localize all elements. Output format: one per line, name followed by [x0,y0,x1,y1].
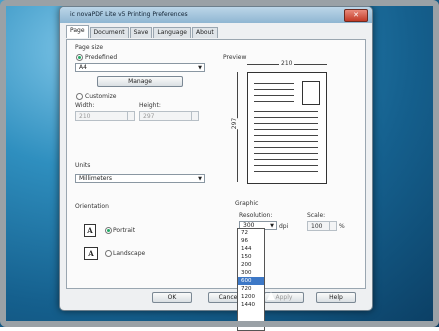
preview-text-line [254,95,294,96]
portrait-label: Portrait [113,227,136,234]
resolution-option[interactable]: 720 [238,285,264,293]
tab-save[interactable]: Save [129,27,153,38]
dpi-label: dpi [279,223,289,230]
height-value: 297 [143,113,155,120]
customize-radio[interactable] [76,93,83,100]
ok-button[interactable]: OK [152,292,192,303]
preview-text-line [254,165,318,166]
preview-text-line [254,141,318,142]
preview-height-label: 297 [231,117,239,130]
units-select[interactable]: Millimeters ▼ [75,174,205,183]
chevron-down-icon: ▼ [270,223,274,229]
resolution-option[interactable]: 200 [238,261,264,269]
resolution-option[interactable]: 72 [238,229,264,237]
resolution-dropdown-list[interactable]: 72 96 144 150 200 300 600 720 1200 1440 [237,228,265,331]
preview-text-line [254,159,318,160]
chevron-down-icon: ▼ [198,65,202,71]
preview-area: 210 297 [223,54,353,186]
preview-text-line [254,83,294,84]
preview-text-line [254,129,318,130]
height-field[interactable]: 297 [139,111,199,121]
units-value: Millimeters [79,175,113,182]
width-spinner[interactable] [127,111,134,121]
portrait-radio[interactable] [105,227,112,234]
tab-page[interactable]: Page [66,25,89,38]
predefined-label: Predefined [85,54,118,61]
percent-label: % [339,223,345,230]
manage-button[interactable]: Manage [97,76,183,87]
scale-label: Scale: [307,212,326,219]
resolution-option[interactable]: 1200 [238,293,264,301]
page-size-heading: Page size [75,44,104,51]
printing-preferences-dialog: ic novaPDF Lite v5 Printing Preferences … [59,6,373,311]
graphic-heading: Graphic [235,200,259,207]
tab-document[interactable]: Document [89,27,129,38]
page-size-select[interactable]: A4 ▼ [75,63,205,72]
width-value: 210 [79,113,91,120]
preview-text-line [254,153,318,154]
preview-text-line [254,101,294,102]
orientation-heading: Orientation [75,203,109,210]
preview-image-placeholder [302,81,320,105]
chevron-down-icon: ▼ [198,176,202,182]
title-bar[interactable]: ic novaPDF Lite v5 Printing Preferences … [60,7,372,23]
resolution-option[interactable]: 1440 [238,301,264,309]
resolution-label: Resolution: [239,212,273,219]
preview-text-line [254,123,318,124]
predefined-radio[interactable] [76,54,83,61]
resolution-option[interactable]: 144 [238,245,264,253]
preview-text-line [254,171,318,172]
preview-text-line [254,117,318,118]
resolution-option[interactable]: 96 [238,237,264,245]
portrait-page-icon: A [84,224,96,237]
customize-label: Customize [85,93,117,100]
height-label: Height: [139,102,161,109]
help-button[interactable]: Help [316,292,356,303]
tab-strip: Page Document Save Language About [66,25,219,39]
scale-field[interactable]: 100 [307,221,337,231]
mouse-pointer-icon [267,292,275,300]
resolution-option[interactable]: 150 [238,253,264,261]
height-spinner[interactable] [191,111,198,121]
preview-text-line [254,135,318,136]
resolution-option[interactable]: 300 [238,269,264,277]
preview-width-label: 210 [279,60,295,67]
preview-page [247,72,327,184]
window-title: ic novaPDF Lite v5 Printing Preferences [70,11,188,18]
width-field[interactable]: 210 [75,111,135,121]
width-label: Width: [75,102,95,109]
landscape-radio[interactable] [105,250,112,257]
scale-spinner[interactable] [329,221,336,231]
preview-text-line [254,147,318,148]
tab-about[interactable]: About [191,27,218,38]
preview-text-line [254,111,318,112]
units-heading: Units [75,162,91,169]
preview-text-line [254,89,294,90]
page-tab-panel: Page size Predefined A4 ▼ Manage Customi… [66,39,366,289]
landscape-page-icon: A [84,247,98,260]
page-size-value: A4 [79,64,87,71]
tab-language[interactable]: Language [153,27,191,38]
resolution-option[interactable]: 600 [238,277,264,285]
close-button[interactable]: ✕ [344,9,368,22]
landscape-label: Landscape [113,250,146,257]
scale-value: 100 [311,223,323,230]
